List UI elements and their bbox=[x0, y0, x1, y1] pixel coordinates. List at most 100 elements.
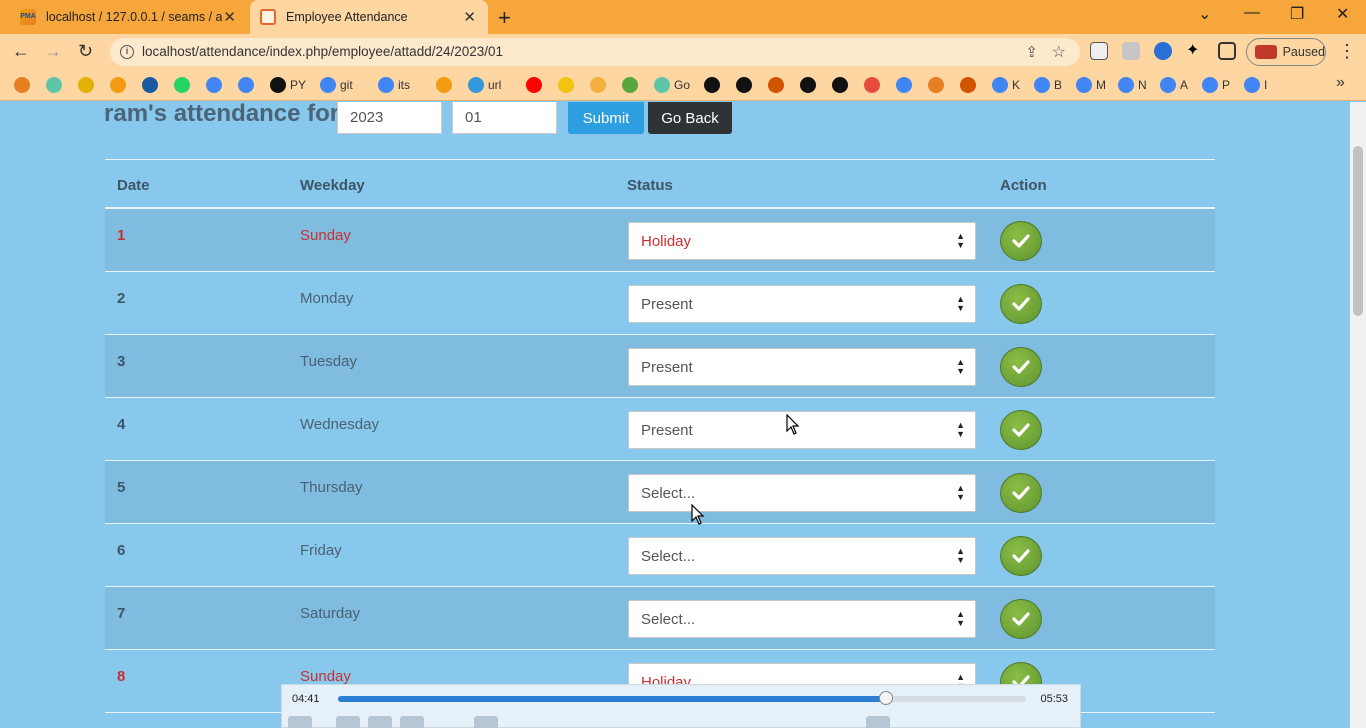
bookmark-item[interactable]: PY bbox=[270, 76, 306, 94]
bookmark-item[interactable] bbox=[14, 76, 34, 94]
google-icon bbox=[896, 77, 912, 93]
bookmark-item[interactable] bbox=[110, 76, 130, 94]
minimize-icon[interactable]: — bbox=[1244, 4, 1260, 22]
close-window-icon[interactable]: ✕ bbox=[1336, 4, 1349, 24]
month-input[interactable] bbox=[452, 102, 557, 134]
bookmark-item[interactable] bbox=[238, 76, 258, 94]
restore-icon[interactable]: ❐ bbox=[1290, 4, 1304, 24]
bookmark-item[interactable]: K bbox=[992, 76, 1020, 94]
bookmark-item[interactable] bbox=[590, 76, 610, 94]
status-select[interactable]: Present ▲ ▼ bbox=[628, 348, 976, 386]
bookmark-item[interactable]: N bbox=[1118, 76, 1147, 94]
extensions-puzzle-icon[interactable]: ✦ bbox=[1186, 40, 1204, 59]
bookmark-item[interactable] bbox=[622, 76, 642, 94]
status-select[interactable]: Select... ▲ ▼ bbox=[628, 474, 976, 512]
back-arrow-icon[interactable]: ← bbox=[12, 41, 30, 62]
matlab-icon bbox=[928, 77, 944, 93]
bookmark-item[interactable]: A bbox=[1160, 76, 1188, 94]
bookmark-star-icon[interactable]: ☆ bbox=[1052, 42, 1066, 62]
bookmark-item[interactable]: git bbox=[320, 76, 353, 94]
save-check-button[interactable] bbox=[1000, 221, 1042, 261]
page-scrollbar[interactable] bbox=[1350, 102, 1366, 728]
select-arrows-icon: ▲▼ bbox=[956, 483, 965, 502]
bookmark-item[interactable] bbox=[78, 76, 98, 94]
close-tab-icon[interactable]: ✕ bbox=[223, 8, 236, 26]
status-select[interactable]: Select... ▲ ▼ bbox=[628, 600, 976, 638]
stop-icon[interactable] bbox=[368, 716, 392, 728]
extension-icon[interactable] bbox=[1122, 42, 1140, 60]
profile-button[interactable]: Paused bbox=[1246, 38, 1326, 66]
bookmark-item[interactable] bbox=[928, 76, 948, 94]
checkmark-icon bbox=[1012, 234, 1030, 248]
tab-phpmyadmin[interactable]: PMA localhost / 127.0.0.1 / seams / att … bbox=[8, 0, 248, 34]
bookmark-label: N bbox=[1138, 78, 1147, 92]
more-bookmarks-icon[interactable]: » bbox=[1336, 74, 1345, 92]
go-back-button[interactable]: Go Back bbox=[648, 102, 732, 134]
status-select[interactable]: Select... ▲ ▼ bbox=[628, 537, 976, 575]
status-select[interactable]: Holiday ▲▼ bbox=[628, 222, 976, 260]
forward-arrow-icon[interactable]: → bbox=[44, 41, 62, 62]
bookmark-item[interactable] bbox=[864, 76, 884, 94]
translate-extension-icon[interactable] bbox=[1154, 42, 1172, 60]
bookmark-item[interactable]: M bbox=[1076, 76, 1106, 94]
tab-employee-attendance[interactable]: Employee Attendance ✕ bbox=[250, 0, 488, 34]
bookmark-item[interactable]: its bbox=[378, 76, 410, 94]
reload-icon[interactable]: ↻ bbox=[78, 41, 93, 62]
bookmark-item[interactable]: P bbox=[1202, 76, 1230, 94]
playlist-icon[interactable] bbox=[866, 716, 890, 728]
bookmark-item[interactable] bbox=[558, 76, 578, 94]
bookmark-item[interactable]: I bbox=[1244, 76, 1267, 94]
weekday-cell: Tuesday bbox=[300, 353, 357, 370]
table-body: 1 Sunday Holiday ▲ ▼ 2 Monday Present ▲ ▼ 3 Tuesday… bbox=[105, 209, 1215, 713]
status-select[interactable]: Present ▲ ▼ bbox=[628, 411, 976, 449]
bookmark-item[interactable] bbox=[704, 76, 724, 94]
new-tab-icon[interactable]: + bbox=[498, 5, 511, 31]
table-header: Date Weekday Status Action bbox=[105, 159, 1215, 209]
bookmark-item[interactable] bbox=[768, 76, 788, 94]
status-select[interactable]: Present ▲ ▼ bbox=[628, 285, 976, 323]
bookmark-item[interactable]: Go bbox=[654, 76, 690, 94]
fullscreen-icon[interactable] bbox=[474, 716, 498, 728]
attendance-table: Date Weekday Status Action 1 Sunday Holida… bbox=[105, 159, 1215, 713]
address-bar[interactable]: i localhost/attendance/index.php/employe… bbox=[110, 38, 1080, 66]
kebab-menu-icon[interactable]: ⋮ bbox=[1338, 41, 1356, 62]
yandex-icon bbox=[864, 77, 880, 93]
bookmark-item[interactable] bbox=[960, 76, 980, 94]
bookmark-item[interactable] bbox=[436, 76, 456, 94]
column-header-action: Action bbox=[1000, 177, 1047, 194]
previous-icon[interactable] bbox=[336, 716, 360, 728]
save-check-button[interactable] bbox=[1000, 347, 1042, 387]
side-panel-icon[interactable] bbox=[1218, 42, 1236, 60]
status-value: Select... bbox=[641, 485, 696, 502]
seek-bar[interactable] bbox=[338, 691, 1026, 705]
bookmark-item[interactable] bbox=[800, 76, 820, 94]
scrollbar-thumb[interactable] bbox=[1353, 146, 1363, 316]
bookmark-item[interactable] bbox=[142, 76, 162, 94]
bookmark-item[interactable] bbox=[832, 76, 852, 94]
bookmark-item[interactable] bbox=[526, 76, 546, 94]
bookmark-item[interactable]: url bbox=[468, 76, 501, 94]
bookmark-item[interactable] bbox=[896, 76, 916, 94]
bookmark-item[interactable] bbox=[174, 76, 194, 94]
save-check-button[interactable] bbox=[1000, 284, 1042, 324]
checkmark-icon bbox=[1012, 297, 1030, 311]
save-check-button[interactable] bbox=[1000, 473, 1042, 513]
bookmark-item[interactable] bbox=[46, 76, 66, 94]
panda-extension-icon[interactable] bbox=[1090, 42, 1108, 60]
submit-button[interactable]: Submit bbox=[568, 102, 644, 134]
site-info-icon[interactable]: i bbox=[120, 45, 134, 59]
save-check-button[interactable] bbox=[1000, 410, 1042, 450]
share-icon[interactable]: ⇪ bbox=[1025, 43, 1038, 61]
next-icon[interactable] bbox=[400, 716, 424, 728]
seek-handle[interactable] bbox=[879, 691, 894, 705]
year-input[interactable] bbox=[337, 102, 442, 134]
bookmark-item[interactable] bbox=[206, 76, 226, 94]
pause-icon[interactable] bbox=[288, 716, 312, 728]
tab-search-icon[interactable]: ⌄ bbox=[1198, 4, 1211, 24]
bookmark-item[interactable]: B bbox=[1034, 76, 1062, 94]
save-check-button[interactable] bbox=[1000, 536, 1042, 576]
url-text[interactable]: localhost/attendance/index.php/employee/… bbox=[142, 44, 503, 59]
save-check-button[interactable] bbox=[1000, 599, 1042, 639]
bookmark-item[interactable] bbox=[736, 76, 756, 94]
close-tab-icon[interactable]: ✕ bbox=[463, 8, 476, 26]
